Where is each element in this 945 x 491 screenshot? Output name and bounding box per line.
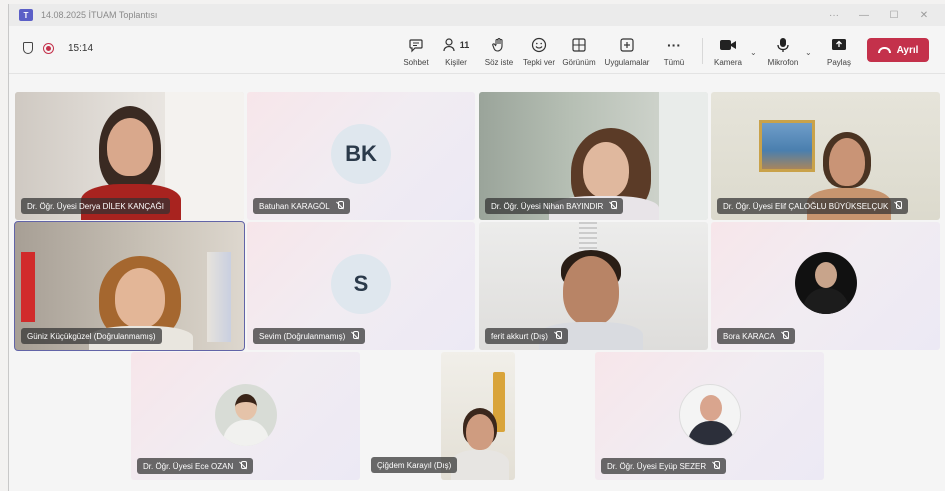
participant-tile[interactable]: Dr. Öğr. Üyesi Elif ÇALOĞLU BÜYÜKSELÇUK bbox=[711, 92, 940, 220]
mic-muted-icon bbox=[336, 201, 344, 211]
avatar: S bbox=[331, 254, 391, 314]
participant-tile[interactable]: BK Batuhan KARAGÖL bbox=[247, 92, 475, 220]
maximize-icon[interactable]: ☐ bbox=[879, 4, 909, 26]
teams-meeting-window: T 14.08.2025 İTUAM Toplantısı ··· — ☐ ✕ … bbox=[8, 4, 945, 491]
participant-name-tag: Bora KARACA bbox=[717, 328, 796, 344]
participant-name-tag: Dr. Öğr. Üyesi Derya DİLEK KANÇAĞI bbox=[21, 198, 170, 214]
participant-count: 11 bbox=[459, 40, 470, 50]
participant-tile[interactable]: Dr. Öğr. Üyesi Eyüp SEZER bbox=[595, 352, 824, 480]
participant-name-tag: Dr. Öğr. Üyesi Nihan BAYINDIR bbox=[485, 198, 624, 214]
participant-tile[interactable]: Dr. Öğr. Üyesi Ece OZAN bbox=[131, 352, 360, 480]
view-button[interactable]: Görünüm bbox=[555, 36, 603, 67]
leave-button[interactable]: Ayrıl bbox=[867, 38, 929, 62]
participant-name-tag: Çiğdem Karayıl (Dış) bbox=[371, 457, 458, 473]
participant-name-tag: Güniz Küçükgüzel (Doğrulanmamış) bbox=[21, 328, 162, 344]
share-screen-icon bbox=[831, 36, 847, 54]
more-options-icon[interactable]: ··· bbox=[819, 4, 849, 26]
flag bbox=[21, 252, 35, 322]
share-button[interactable]: Paylaş bbox=[815, 36, 863, 67]
mic-muted-icon bbox=[781, 331, 790, 341]
people-button[interactable]: 11 Kişiler bbox=[432, 36, 480, 67]
shield-icon bbox=[23, 42, 33, 54]
participant-tile[interactable]: Dr. Öğr. Üyesi Derya DİLEK KANÇAĞI bbox=[15, 92, 244, 220]
mic-muted-icon bbox=[239, 461, 248, 471]
participant-name-tag: Dr. Öğr. Üyesi Ece OZAN bbox=[137, 458, 254, 474]
participant-name-tag: Dr. Öğr. Üyesi Eyüp SEZER bbox=[601, 458, 727, 474]
close-icon[interactable]: ✕ bbox=[909, 4, 939, 26]
people-icon: 11 bbox=[443, 36, 470, 54]
microphone-button[interactable]: Mikrofon bbox=[759, 36, 807, 67]
microphone-icon bbox=[776, 36, 790, 54]
participant-name-tag: Dr. Öğr. Üyesi Elif ÇALOĞLU BÜYÜKSELÇUK bbox=[717, 198, 909, 214]
participant-tile[interactable]: Bora KARACA bbox=[711, 222, 940, 350]
mic-muted-icon bbox=[894, 201, 903, 211]
avatar bbox=[215, 384, 277, 446]
mic-muted-icon bbox=[554, 331, 562, 341]
participant-tile[interactable]: ferit akkurt (Dış) bbox=[479, 222, 708, 350]
more-button[interactable]: ··· Tümü bbox=[650, 36, 698, 67]
flag bbox=[207, 252, 231, 342]
ellipsis-icon: ··· bbox=[667, 37, 681, 53]
mic-muted-icon bbox=[712, 461, 721, 471]
hang-up-icon bbox=[877, 47, 891, 53]
hand-icon bbox=[491, 36, 507, 54]
meeting-status: 15:14 bbox=[23, 42, 93, 54]
chat-icon bbox=[408, 36, 424, 54]
participant-tile[interactable]: S Sevim (Doğrulanmamış) bbox=[247, 222, 475, 350]
avatar: BK bbox=[331, 124, 391, 184]
mic-muted-icon bbox=[351, 331, 360, 341]
wall-painting bbox=[759, 120, 815, 172]
minimize-icon[interactable]: — bbox=[849, 4, 879, 26]
mic-muted-icon bbox=[609, 201, 618, 211]
meeting-timer: 15:14 bbox=[68, 42, 94, 54]
apps-button[interactable]: Uygulamalar bbox=[603, 36, 651, 67]
camera-icon bbox=[719, 36, 737, 54]
meeting-toolbar: 15:14 Sohbet 11 Kişiler Söz iste Tepki v… bbox=[9, 26, 945, 74]
toolbar-divider bbox=[702, 38, 703, 64]
recording-icon bbox=[43, 42, 54, 54]
participant-name-tag: Batuhan KARAGÖL bbox=[253, 198, 350, 214]
avatar bbox=[795, 252, 857, 314]
camera-options-chevron-icon[interactable]: ⌄ bbox=[750, 48, 757, 57]
participant-name-tag: Sevim (Doğrulanmamış) bbox=[253, 328, 366, 344]
grid-icon bbox=[571, 36, 587, 54]
participant-name-tag: ferit akkurt (Dış) bbox=[485, 328, 568, 344]
add-app-icon bbox=[619, 36, 635, 54]
participant-tile[interactable]: Dr. Öğr. Üyesi Nihan BAYINDIR bbox=[479, 92, 708, 220]
title-bar: T 14.08.2025 İTUAM Toplantısı ··· — ☐ ✕ bbox=[9, 4, 945, 26]
mic-options-chevron-icon[interactable]: ⌄ bbox=[805, 48, 812, 57]
camera-button[interactable]: Kamera bbox=[704, 36, 752, 67]
participant-tile[interactable]: Güniz Küçükgüzel (Doğrulanmamış) bbox=[14, 221, 245, 351]
avatar bbox=[679, 384, 741, 446]
smiley-icon bbox=[531, 36, 547, 54]
teams-logo-icon: T bbox=[19, 9, 33, 21]
window-title: 14.08.2025 İTUAM Toplantısı bbox=[41, 10, 158, 20]
video-gallery: Dr. Öğr. Üyesi Derya DİLEK KANÇAĞI BK Ba… bbox=[9, 75, 945, 491]
